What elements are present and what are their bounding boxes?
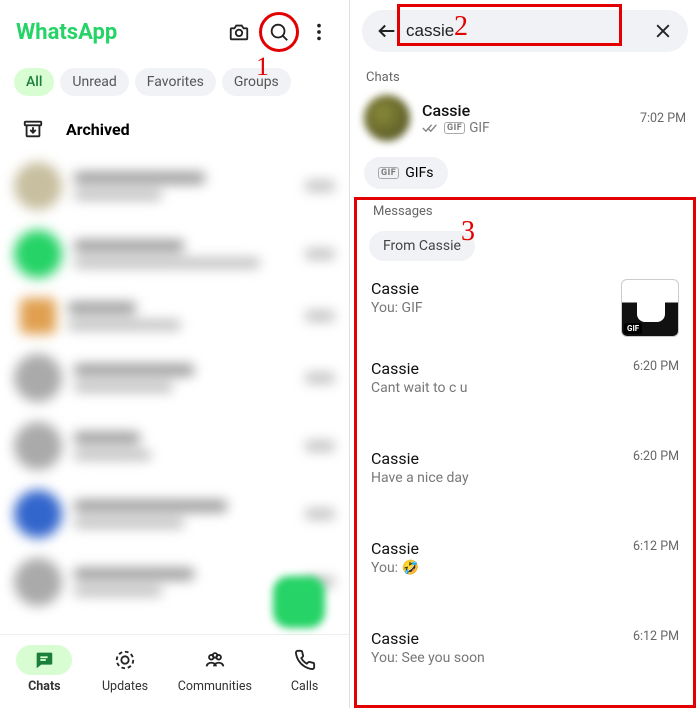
tab-communities[interactable]: Communities <box>178 645 252 694</box>
tab-communities-label: Communities <box>178 679 252 694</box>
message-preview: You: GIF <box>371 300 611 316</box>
message-result-row[interactable]: Cassie You: GIF GIF <box>357 267 693 347</box>
messages-section: 3 Messages From Cassie Cassie You: GIF GIF… <box>354 197 696 708</box>
archived-row[interactable]: Archived <box>0 106 349 152</box>
chats-icon <box>33 649 55 671</box>
chat-result-time: 7:02 PM <box>640 111 686 126</box>
message-preview: Have a nice day <box>371 470 623 486</box>
tab-calls-label: Calls <box>291 679 318 694</box>
new-chat-fab[interactable] <box>273 576 325 628</box>
filter-favorites[interactable]: Favorites <box>135 68 216 96</box>
archived-label: Archived <box>66 120 130 139</box>
from-person-chip[interactable]: From Cassie <box>369 231 475 261</box>
avatar <box>364 95 410 141</box>
chat-result-name: Cassie <box>422 101 628 120</box>
chat-result-subtitle: GIF GIF <box>422 120 628 136</box>
search-bar <box>362 10 688 52</box>
gif-badge-icon: GIF <box>378 167 399 179</box>
message-time: 6:12 PM <box>633 629 679 697</box>
gifs-filter-chip[interactable]: GIF GIFs <box>364 157 448 189</box>
message-time: 6:12 PM <box>633 539 679 607</box>
annotation-3: 3 <box>461 216 475 248</box>
search-icon <box>268 21 290 43</box>
close-icon <box>653 21 673 41</box>
filter-unread[interactable]: Unread <box>60 68 128 96</box>
arrow-left-icon <box>376 20 398 42</box>
camera-icon <box>228 21 250 43</box>
annotation-1: 1 <box>256 52 269 82</box>
tab-chats[interactable]: Chats <box>16 645 72 694</box>
left-header: WhatsApp <box>0 0 349 64</box>
camera-button[interactable] <box>219 12 259 52</box>
header-actions <box>219 12 339 52</box>
tab-updates[interactable]: Updates <box>97 645 153 694</box>
calls-icon <box>294 649 316 671</box>
message-sender: Cassie <box>371 279 611 298</box>
back-button[interactable] <box>368 12 406 50</box>
message-preview: You: 🤣 <box>371 560 623 576</box>
search-bar-container <box>350 0 700 62</box>
read-ticks-icon <box>422 122 438 134</box>
message-sender: Cassie <box>371 359 623 378</box>
message-sender: Cassie <box>371 449 623 468</box>
archive-icon <box>22 118 44 140</box>
blurred-chat-list <box>0 152 349 634</box>
message-preview: You: See you soon <box>371 650 623 666</box>
brand-logo: WhatsApp <box>16 20 117 45</box>
message-result-row[interactable]: Cassie Cant wait to c u 6:20 PM <box>357 347 693 437</box>
tab-chats-label: Chats <box>28 679 61 694</box>
clear-search-button[interactable] <box>644 12 682 50</box>
search-input[interactable] <box>406 21 644 41</box>
gif-thumbnail: GIF <box>621 279 679 337</box>
message-result-row[interactable]: Cassie You: 🤣 6:12 PM <box>357 527 693 617</box>
message-sender: Cassie <box>371 629 623 648</box>
message-time: 6:20 PM <box>633 449 679 517</box>
message-time: 6:20 PM <box>633 359 679 427</box>
messages-section-label: Messages <box>357 200 693 221</box>
chat-list-pane: WhatsApp 1 All Unread Favorites Groups A… <box>0 0 350 708</box>
message-result-row[interactable]: Cassie Have a nice day 6:20 PM <box>357 437 693 527</box>
message-sender: Cassie <box>371 539 623 558</box>
messages-list: Cassie You: GIF GIF Cassie Cant wait to c u 6… <box>357 267 693 707</box>
chat-result-row[interactable]: Cassie GIF GIF 7:02 PM <box>350 87 700 149</box>
tab-calls[interactable]: Calls <box>277 645 333 694</box>
more-button[interactable] <box>299 12 339 52</box>
more-vertical-icon <box>308 21 330 43</box>
gif-badge-icon: GIF <box>444 122 465 134</box>
search-results-pane: Chats Cassie GIF GIF 7:02 PM GIF GIFs 3 … <box>350 0 700 708</box>
message-preview: Cant wait to c u <box>371 380 623 396</box>
communities-icon <box>203 649 227 671</box>
filter-all[interactable]: All <box>14 68 54 96</box>
tab-updates-label: Updates <box>102 679 148 694</box>
filter-chips: All Unread Favorites Groups <box>0 64 349 106</box>
bottom-nav: Chats Updates Communities Calls <box>0 634 349 708</box>
chats-section-label: Chats <box>350 62 700 87</box>
message-result-row[interactable]: Cassie You: See you soon 6:12 PM <box>357 617 693 707</box>
search-button[interactable] <box>259 12 299 52</box>
updates-icon <box>114 649 136 671</box>
